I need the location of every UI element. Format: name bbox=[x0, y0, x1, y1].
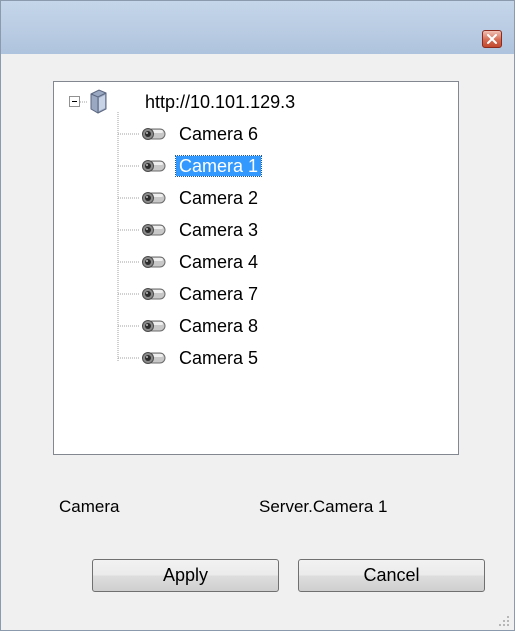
camera-caption: Camera bbox=[59, 497, 120, 516]
close-button[interactable] bbox=[482, 30, 502, 48]
tree-item-label: Camera 4 bbox=[179, 252, 259, 272]
tree-item-label: Camera 6 bbox=[179, 124, 259, 144]
collapse-toggle[interactable] bbox=[69, 96, 80, 107]
tree-item-label: Camera 1 bbox=[174, 155, 263, 177]
camera-icon bbox=[140, 222, 168, 243]
tree-item-camera[interactable]: Camera 6 bbox=[176, 123, 261, 145]
tree-root-label: http://10.101.129.3 bbox=[145, 92, 296, 112]
camera-icon bbox=[140, 318, 168, 339]
camera-icon bbox=[140, 286, 168, 307]
tree-root-node[interactable]: http://10.101.129.3 bbox=[142, 91, 298, 113]
tree-item-camera[interactable]: Camera 3 bbox=[176, 219, 261, 241]
tree-item-camera[interactable]: Camera 8 bbox=[176, 315, 261, 337]
server-icon bbox=[88, 88, 108, 119]
tree-item-label: Camera 8 bbox=[179, 316, 259, 336]
camera-icon bbox=[140, 190, 168, 211]
camera-tree[interactable]: http://10.101.129.3 Camera 6 Camera 1 Came… bbox=[53, 81, 459, 455]
camera-icon bbox=[140, 350, 168, 371]
camera-icon bbox=[140, 158, 168, 179]
resize-grip-icon[interactable] bbox=[498, 614, 510, 632]
tree-item-label: Camera 7 bbox=[179, 284, 259, 304]
title-bar[interactable] bbox=[1, 1, 514, 54]
camera-icon bbox=[140, 254, 168, 275]
camera-icon bbox=[140, 126, 168, 147]
tree-item-camera[interactable]: Camera 1 bbox=[174, 155, 263, 177]
tree-item-label: Camera 2 bbox=[179, 188, 259, 208]
tree-item-camera[interactable]: Camera 2 bbox=[176, 187, 261, 209]
dialog-window: http://10.101.129.3 Camera 6 Camera 1 Came… bbox=[0, 0, 515, 631]
tree-item-camera[interactable]: Camera 5 bbox=[176, 347, 261, 369]
apply-button[interactable]: Apply bbox=[92, 559, 279, 592]
tree-item-label: Camera 5 bbox=[179, 348, 259, 368]
tree-item-camera[interactable]: Camera 7 bbox=[176, 283, 261, 305]
tree-item-label: Camera 3 bbox=[179, 220, 259, 240]
cancel-button[interactable]: Cancel bbox=[298, 559, 485, 592]
selected-camera-value: Server.Camera 1 bbox=[259, 497, 388, 516]
tree-item-camera[interactable]: Camera 4 bbox=[176, 251, 261, 273]
